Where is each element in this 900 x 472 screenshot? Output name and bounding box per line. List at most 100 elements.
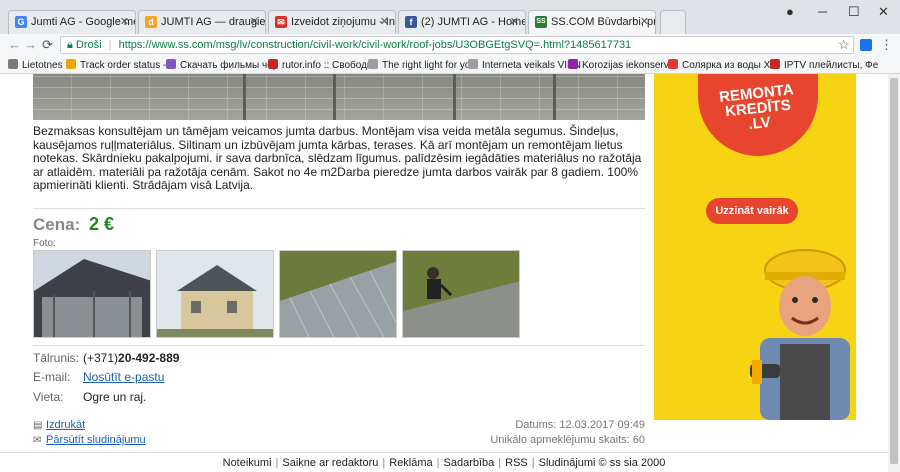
google-icon: G <box>15 16 27 28</box>
footer-copyright: Sludinājumi © ss sia 2000 <box>538 457 666 469</box>
apps-icon <box>8 59 18 69</box>
phone-label: Tālrunis: <box>33 351 80 365</box>
close-window-icon[interactable]: ✕ <box>878 4 889 20</box>
advertisement-banner[interactable]: REMONTA KREDĪTS .LV Uzzināt vairāk <box>654 74 856 420</box>
bookmark-item[interactable]: Скачать фильмы чер <box>166 59 278 71</box>
site-footer: Noteikumi | Saikne ar redaktoru | Reklāma | Sa… <box>0 452 888 472</box>
forward-listing-link[interactable]: ✉ Pārsūtīt sludinājumu <box>33 434 146 446</box>
close-tab-icon[interactable]: ✕ <box>510 15 519 28</box>
bookmark-label: Interneta veikals VIEN <box>482 60 581 71</box>
close-tab-icon[interactable]: ✕ <box>640 15 649 28</box>
ad-learn-more-button[interactable]: Uzzināt vairāk <box>706 198 798 224</box>
bookmarks-bar: Lietotnes Track order status - A Скачать… <box>0 56 900 74</box>
menu-icon[interactable]: ⋮ <box>880 37 893 53</box>
minimize-icon[interactable]: ─ <box>818 4 827 19</box>
separator: | <box>531 457 535 469</box>
main-photo[interactable] <box>33 74 645 120</box>
draugiem-icon: d <box>145 16 157 28</box>
worker-illustration <box>750 249 850 420</box>
close-tab-icon[interactable]: ✕ <box>380 15 389 28</box>
bookmark-label: Korozijas iekonservēt <box>582 60 678 71</box>
bookmark-label: Track order status - A <box>80 60 176 71</box>
footer-link-rules[interactable]: Noteikumi <box>223 457 272 469</box>
browser-tab-strip: G Jumti AG - Google mekl ✕ d JUMTI AG — … <box>0 0 900 34</box>
close-tab-icon[interactable]: ✕ <box>120 15 129 28</box>
extension-icon[interactable] <box>860 39 872 51</box>
bookmark-item[interactable]: Korozijas iekonservēt <box>568 59 677 71</box>
photos-label: Foto: <box>33 238 56 249</box>
price-label: Cena: <box>33 215 81 234</box>
url-text: https://www.ss.com/msg/lv/construction/c… <box>118 39 632 51</box>
photo-thumbnail[interactable] <box>279 250 397 338</box>
bookmark-item[interactable]: Track order status - A <box>66 59 175 71</box>
bookmark-favicon-icon <box>66 59 76 69</box>
divider <box>33 345 645 346</box>
browser-tab[interactable]: f (2) JUMTI AG - Home ✕ <box>398 10 526 34</box>
divider <box>33 208 645 209</box>
url-input[interactable]: 🔒︎ Droši | https://www.ss.com/msg/lv/con… <box>60 36 854 54</box>
new-tab-button[interactable] <box>660 10 686 34</box>
browser-tab[interactable]: ✉ Izveidot ziņojumu - Inbo ✕ <box>268 10 396 34</box>
bookmark-favicon-icon <box>770 59 780 69</box>
address-bar-row: ← → ⟳ 🔒︎ Droši | https://www.ss.com/msg/… <box>0 34 900 56</box>
photo-thumbnail[interactable] <box>33 250 151 338</box>
maximize-icon[interactable]: ☐ <box>848 4 860 20</box>
unique-visits: Unikālo apmeklējumu skaits: 60 <box>490 434 645 446</box>
roofer-photo <box>403 251 519 337</box>
bookmark-label: IPTV плейлисты, Фе <box>784 60 879 71</box>
scrollbar-thumb[interactable] <box>890 78 898 464</box>
scaffold-pole <box>553 74 556 120</box>
forward-icon[interactable]: → <box>24 37 37 52</box>
bookmark-favicon-icon <box>166 59 176 69</box>
reload-icon[interactable]: ⟳ <box>42 37 53 53</box>
forward-label: Pārsūtīt sludinājumu <box>46 434 146 446</box>
profile-icon[interactable]: ● <box>786 4 794 19</box>
back-icon[interactable]: ← <box>8 37 21 52</box>
scaffold-pole <box>333 74 336 120</box>
listing-date: Datums: 12.03.2017 09:49 <box>515 419 645 431</box>
house-photo <box>157 251 273 337</box>
footer-link-advertising[interactable]: Reklāma <box>389 457 432 469</box>
phone-value[interactable]: (+371)20-492-889 <box>83 351 179 365</box>
page-scrollbar[interactable] <box>888 74 900 472</box>
bookmark-item[interactable]: IPTV плейлисты, Фе <box>770 59 878 71</box>
lock-icon: 🔒︎ <box>67 39 73 51</box>
print-link[interactable]: ▤ Izdrukāt <box>33 419 85 431</box>
mail-icon: ✉ <box>275 16 287 28</box>
footer-link-cooperation[interactable]: Sadarbība <box>444 457 495 469</box>
browser-tab[interactable]: d JUMTI AG — draugiem.lv ✕ <box>138 10 266 34</box>
listing-description: Bezmaksas konsultējam un tāmējam veicamo… <box>33 124 642 192</box>
place-value: Ogre un raj. <box>83 390 147 404</box>
bookmark-item[interactable]: Interneta veikals VIEN <box>468 59 581 71</box>
separator: | <box>498 457 502 469</box>
footer-link-rss[interactable]: RSS <box>505 457 528 469</box>
bookmark-label: Солярка из воды Хо <box>682 60 776 71</box>
bookmark-label: rutor.info :: Свободн <box>282 60 373 71</box>
youtube-icon <box>668 59 678 69</box>
bookmark-label: Lietotnes <box>22 60 63 71</box>
bookmark-label: Скачать фильмы чер <box>180 60 279 71</box>
ss-icon: SS <box>535 16 547 28</box>
close-tab-icon[interactable]: ✕ <box>250 15 259 28</box>
browser-tab-active[interactable]: SS SS.COM Būvdarbi, proje ✕ <box>528 10 656 34</box>
phone-number: 20-492-889 <box>118 351 180 365</box>
photo-thumbnail[interactable] <box>402 250 520 338</box>
photo-thumbnail[interactable] <box>156 250 274 338</box>
bookmark-favicon-icon <box>568 59 578 69</box>
separator: | <box>436 457 440 469</box>
bookmark-item[interactable]: rutor.info :: Свободн <box>268 59 372 71</box>
separator: | <box>382 457 386 469</box>
footer-link-contact-editor[interactable]: Saikne ar redaktoru <box>282 457 378 469</box>
scaffold-pole <box>453 74 456 120</box>
separator: | <box>275 457 279 469</box>
bookmark-apps[interactable]: Lietotnes <box>8 59 63 71</box>
email-label: E-mail: <box>33 370 71 384</box>
send-email-link[interactable]: Nosūtīt e-pastu <box>83 370 164 384</box>
bookmark-item[interactable]: The right light for yo <box>368 59 470 71</box>
printer-icon: ▤ <box>33 420 43 431</box>
bookmark-star-icon[interactable]: ☆ <box>838 37 850 53</box>
bookmark-item[interactable]: Солярка из воды Хо <box>668 59 776 71</box>
browser-tab[interactable]: G Jumti AG - Google mekl ✕ <box>8 10 136 34</box>
print-label: Izdrukāt <box>46 419 86 431</box>
phone-prefix: (+371) <box>83 351 119 365</box>
